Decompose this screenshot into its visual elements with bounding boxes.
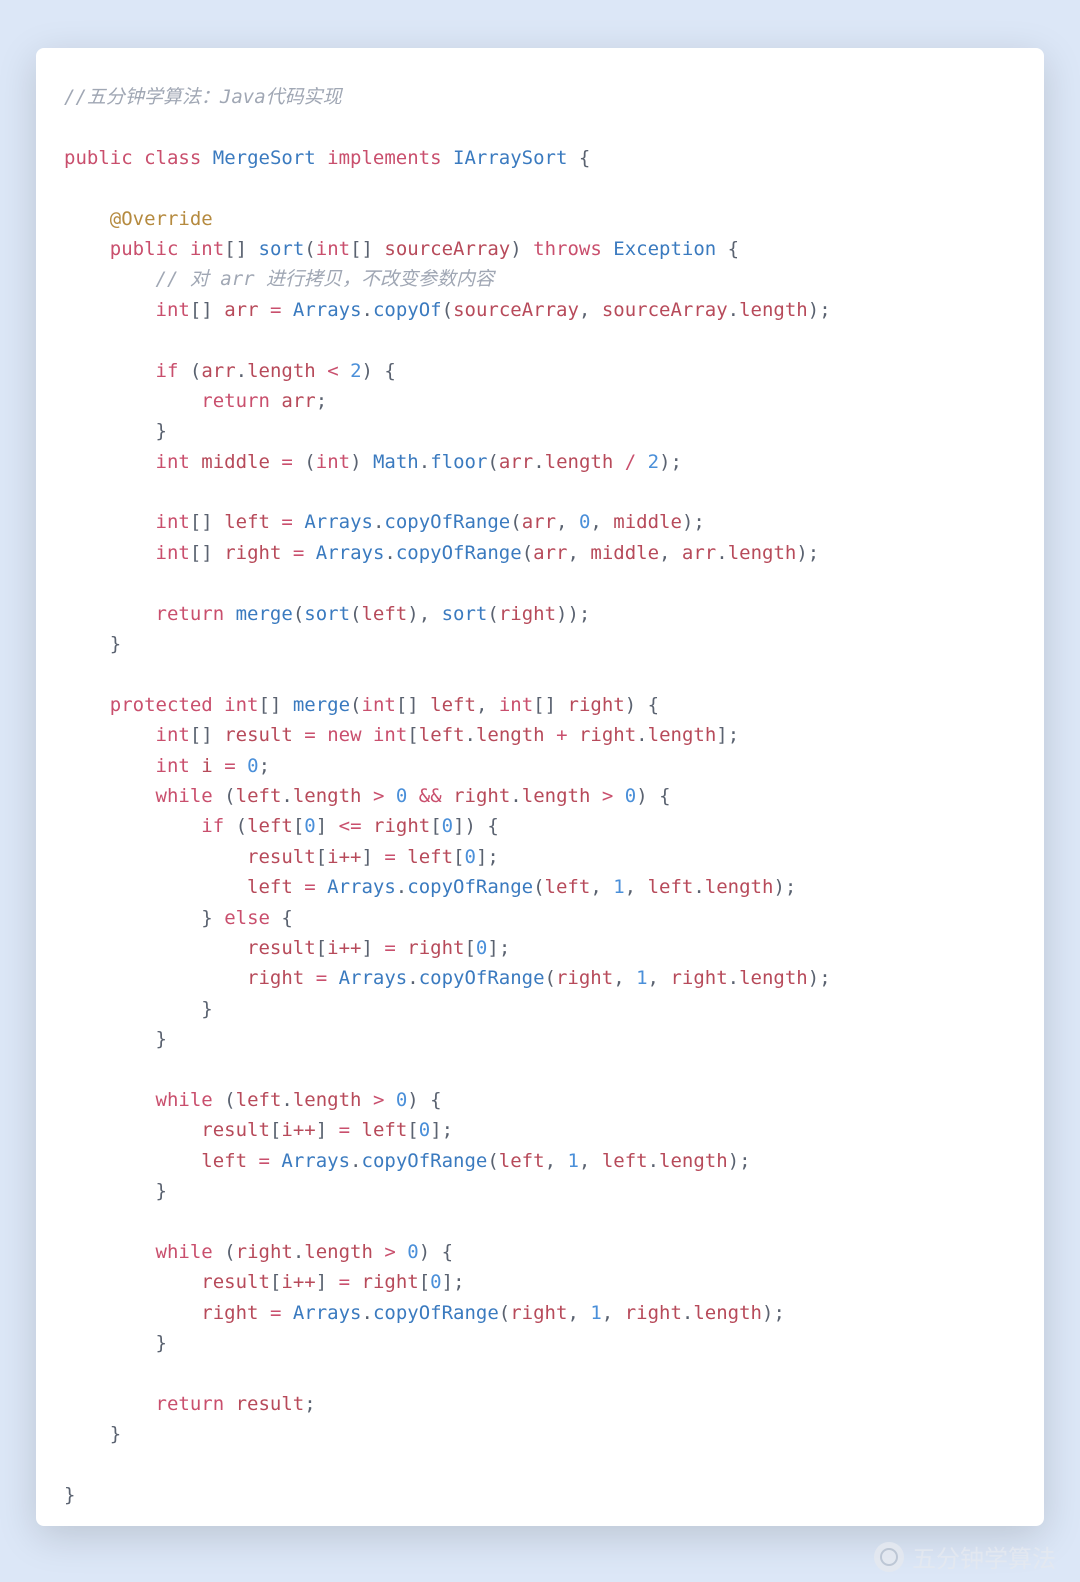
code-card: //五分钟学算法：Java代码实现 public class MergeSort… bbox=[36, 48, 1044, 1526]
watermark: 五分钟学算法 bbox=[874, 1539, 1056, 1574]
comment-header: //五分钟学算法：Java代码实现 bbox=[64, 86, 342, 108]
kw-class: class bbox=[144, 147, 201, 169]
watermark-icon bbox=[874, 1542, 904, 1572]
kw-implements: implements bbox=[327, 147, 441, 169]
iface-name: IArraySort bbox=[453, 147, 567, 169]
fn-merge: merge bbox=[293, 694, 350, 716]
class-name: MergeSort bbox=[213, 147, 316, 169]
code-block: //五分钟学算法：Java代码实现 public class MergeSort… bbox=[64, 82, 1016, 1510]
annotation-override: @Override bbox=[110, 208, 213, 230]
watermark-text: 五分钟学算法 bbox=[912, 1539, 1056, 1574]
kw-public: public bbox=[64, 147, 133, 169]
fn-sort: sort bbox=[259, 238, 305, 260]
comment-copy: // 对 arr 进行拷贝，不改变参数内容 bbox=[156, 268, 495, 290]
